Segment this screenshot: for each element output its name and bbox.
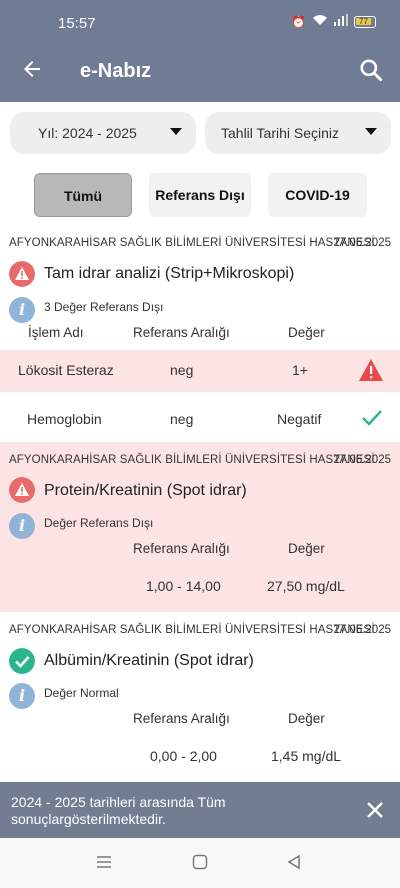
tab-all[interactable]: Tümü (34, 173, 132, 217)
result-date: 27.06.2025 (333, 454, 391, 466)
warning-triangle-icon (359, 359, 383, 381)
filter-tabs: Tümü Referans Dışı COVID-19 (0, 173, 400, 217)
chevron-down-icon (170, 128, 182, 135)
column-header-range: Referans Aralığı (133, 541, 230, 556)
test-name: Protein/Kreatinin (Spot idrar) (44, 482, 247, 499)
info-icon: i (9, 297, 35, 323)
test-name: Albümin/Kreatinin (Spot idrar) (44, 652, 254, 669)
search-icon[interactable] (358, 57, 384, 83)
filters: Yıl: 2024 - 2025 Tahlil Tarihi Seçiniz (10, 112, 391, 154)
recent-apps-icon[interactable] (96, 854, 112, 870)
result-summary: Değer Referans Dışı (44, 516, 154, 530)
row-range: neg (170, 411, 194, 427)
info-icon: i (9, 513, 35, 539)
info-toast: 2024 - 2025 tarihleri arasında Tüm sonuç… (0, 782, 400, 838)
column-header-range: Referans Aralığı (133, 711, 230, 726)
system-nav-bar (0, 838, 400, 888)
result-value: 1,45 mg/dL (271, 748, 342, 764)
table-row: Lökosit Esteraz neg 1+ (0, 350, 400, 392)
tab-covid[interactable]: COVID-19 (268, 173, 367, 217)
status-time: 15:57 (58, 15, 96, 32)
wifi-icon (312, 14, 328, 29)
result-summary: 3 Değer Referans Dışı (44, 300, 164, 314)
check-circle-icon (9, 648, 35, 674)
column-header-value: Değer (288, 325, 325, 340)
result-range: 1,00 - 14,00 (146, 578, 221, 594)
check-icon (362, 410, 382, 426)
back-icon[interactable] (286, 854, 302, 870)
status-icons: ⏰ 77 (291, 14, 376, 29)
row-name: Lökosit Esteraz (18, 362, 114, 378)
column-header-name: İşlem Adı (28, 325, 84, 340)
chevron-down-icon (365, 128, 377, 135)
hospital-name: AFYONKARAHİSAR SAĞLIK BİLİMLERİ ÜNİVERSİ… (9, 237, 375, 249)
row-value: 1+ (292, 362, 308, 378)
result-date: 27.06.2025 (333, 624, 391, 636)
signal-icon (334, 14, 348, 29)
battery-icon: 77 (354, 15, 376, 28)
warning-icon (9, 477, 35, 503)
test-name: Tam idrar analizi (Strip+Mikroskopi) (44, 265, 295, 282)
alarm-icon: ⏰ (291, 14, 306, 29)
date-dropdown[interactable]: Tahlil Tarihi Seçiniz (205, 112, 391, 154)
result-card[interactable]: AFYONKARAHİSAR SAĞLIK BİLİMLERİ ÜNİVERSİ… (0, 228, 400, 442)
hospital-name: AFYONKARAHİSAR SAĞLIK BİLİMLERİ ÜNİVERSİ… (9, 454, 375, 466)
toast-message: 2024 - 2025 tarihleri arasında Tüm sonuç… (11, 794, 226, 827)
info-icon: i (9, 683, 35, 709)
result-summary: Değer Normal (44, 686, 119, 700)
result-card[interactable]: AFYONKARAHİSAR SAĞLIK BİLİMLERİ ÜNİVERSİ… (0, 442, 400, 612)
back-arrow-icon[interactable] (20, 57, 44, 81)
tab-out-of-range[interactable]: Referans Dışı (149, 173, 251, 217)
app-bar: e-Nabız (0, 40, 400, 102)
date-dropdown-value: Tahlil Tarihi Seçiniz (221, 125, 340, 141)
column-header-value: Değer (288, 711, 325, 726)
status-bar: 15:57 ⏰ 77 (0, 0, 400, 40)
result-card[interactable]: AFYONKARAHİSAR SAĞLIK BİLİMLERİ ÜNİVERSİ… (0, 612, 400, 782)
warning-icon (9, 261, 35, 287)
result-range: 0,00 - 2,00 (150, 748, 217, 764)
column-header-range: Referans Aralığı (133, 325, 230, 340)
row-range: neg (170, 362, 194, 378)
row-name: Hemoglobin (27, 411, 102, 427)
result-date: 27.06.2025 (333, 237, 391, 249)
app-title: e-Nabız (80, 60, 152, 82)
result-value: 27,50 mg/dL (267, 578, 345, 594)
table-row: Hemoglobin neg Negatif (0, 398, 400, 440)
column-header-value: Değer (288, 541, 325, 556)
year-dropdown-value: Yıl: 2024 - 2025 (38, 125, 137, 141)
row-value: Negatif (277, 411, 322, 427)
close-icon[interactable] (366, 801, 384, 819)
hospital-name: AFYONKARAHİSAR SAĞLIK BİLİMLERİ ÜNİVERSİ… (9, 624, 375, 636)
year-dropdown[interactable]: Yıl: 2024 - 2025 (10, 112, 196, 154)
home-icon[interactable] (192, 854, 208, 870)
